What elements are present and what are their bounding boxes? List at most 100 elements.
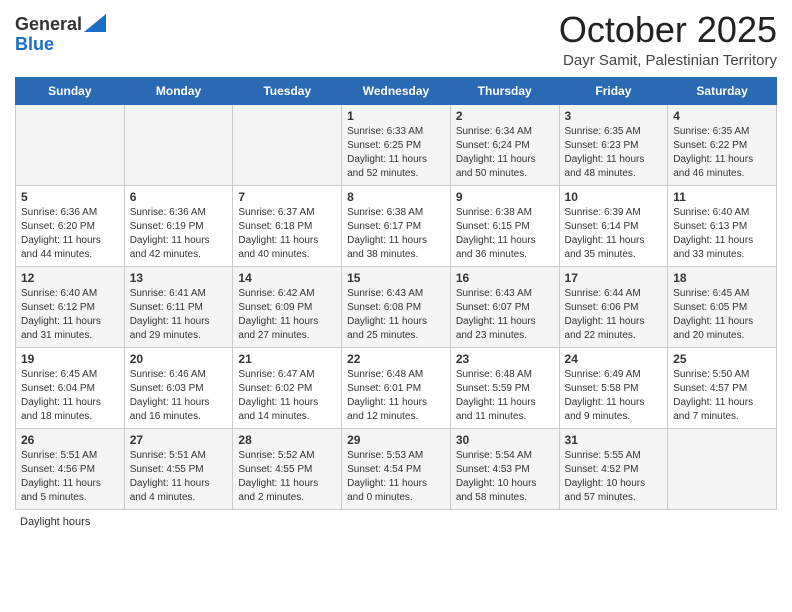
day-number: 12 (21, 271, 119, 285)
day-info: Sunrise: 6:35 AM Sunset: 6:22 PM Dayligh… (673, 125, 771, 181)
day-info: Sunrise: 5:53 AM Sunset: 4:54 PM Dayligh… (347, 449, 445, 505)
calendar-cell: 27 Sunrise: 5:51 AM Sunset: 4:55 PM Dayli… (124, 428, 233, 509)
calendar-cell: 29Sunrise: 5:53 AM Sunset: 4:54 PM Dayli… (342, 428, 451, 509)
calendar-cell: 18 Sunrise: 6:45 AM Sunset: 6:05 PM Dayli… (668, 266, 777, 347)
day-header-wednesday: Wednesday (342, 77, 451, 104)
month-title: October 2025 (559, 10, 777, 50)
day-info: Sunrise: 6:48 AM Sunset: 5:59 PM Dayligh… (456, 368, 554, 424)
day-number: 13 (130, 271, 228, 285)
day-number: 26 (21, 433, 119, 447)
day-info: Sunrise: 5:51 AM Sunset: 4:55 PM Dayligh… (130, 449, 228, 505)
day-info: Sunrise: 6:40 AM Sunset: 6:12 PM Dayligh… (21, 287, 119, 343)
footer-note: Daylight hours (15, 516, 777, 528)
day-info: Sunrise: 5:50 AM Sunset: 4:57 PM Dayligh… (673, 368, 771, 424)
logo: General Blue (15, 10, 106, 55)
day-info: Sunrise: 5:54 AM Sunset: 4:53 PM Dayligh… (456, 449, 554, 505)
day-number: 19 (21, 352, 119, 366)
day-number: 31 (565, 433, 663, 447)
day-info: Sunrise: 6:45 AM Sunset: 6:05 PM Dayligh… (673, 287, 771, 343)
calendar-week-row: 19Sunrise: 6:45 AM Sunset: 6:04 PM Dayli… (16, 347, 777, 428)
calendar-cell: 21 Sunrise: 6:47 AM Sunset: 6:02 PM Dayli… (233, 347, 342, 428)
days-header-row: SundayMondayTuesdayWednesdayThursdayFrid… (16, 77, 777, 104)
day-info: Sunrise: 5:52 AM Sunset: 4:55 PM Dayligh… (238, 449, 336, 505)
calendar-cell (668, 428, 777, 509)
day-info: Sunrise: 6:47 AM Sunset: 6:02 PM Dayligh… (238, 368, 336, 424)
day-header-monday: Monday (124, 77, 233, 104)
logo-icon (84, 14, 106, 32)
calendar-week-row: 5 Sunrise: 6:36 AM Sunset: 6:20 PM Daylig… (16, 185, 777, 266)
day-number: 30 (456, 433, 554, 447)
calendar-week-row: 1Sunrise: 6:33 AM Sunset: 6:25 PM Daylig… (16, 104, 777, 185)
day-number: 17 (565, 271, 663, 285)
day-number: 6 (130, 190, 228, 204)
day-info: Sunrise: 6:36 AM Sunset: 6:20 PM Dayligh… (21, 206, 119, 262)
day-number: 4 (673, 109, 771, 123)
day-info: Sunrise: 6:43 AM Sunset: 6:08 PM Dayligh… (347, 287, 445, 343)
day-info: Sunrise: 6:46 AM Sunset: 6:03 PM Dayligh… (130, 368, 228, 424)
calendar-cell: 14 Sunrise: 6:42 AM Sunset: 6:09 PM Dayli… (233, 266, 342, 347)
calendar-cell (233, 104, 342, 185)
calendar-cell: 28 Sunrise: 5:52 AM Sunset: 4:55 PM Dayli… (233, 428, 342, 509)
page-header: General Blue October 2025 Dayr Samit, Pa… (15, 10, 777, 69)
day-info: Sunrise: 6:49 AM Sunset: 5:58 PM Dayligh… (565, 368, 663, 424)
day-header-tuesday: Tuesday (233, 77, 342, 104)
day-number: 25 (673, 352, 771, 366)
calendar-cell: 12 Sunrise: 6:40 AM Sunset: 6:12 PM Dayli… (16, 266, 125, 347)
day-number: 2 (456, 109, 554, 123)
day-number: 7 (238, 190, 336, 204)
calendar-cell: 17 Sunrise: 6:44 AM Sunset: 6:06 PM Dayli… (559, 266, 668, 347)
calendar-cell: 26Sunrise: 5:51 AM Sunset: 4:56 PM Dayli… (16, 428, 125, 509)
calendar-cell: 1Sunrise: 6:33 AM Sunset: 6:25 PM Daylig… (342, 104, 451, 185)
day-number: 21 (238, 352, 336, 366)
calendar-table: SundayMondayTuesdayWednesdayThursdayFrid… (15, 77, 777, 510)
day-info: Sunrise: 6:40 AM Sunset: 6:13 PM Dayligh… (673, 206, 771, 262)
daylight-label: Daylight hours (20, 516, 90, 528)
day-info: Sunrise: 6:38 AM Sunset: 6:17 PM Dayligh… (347, 206, 445, 262)
day-info: Sunrise: 6:34 AM Sunset: 6:24 PM Dayligh… (456, 125, 554, 181)
calendar-week-row: 26Sunrise: 5:51 AM Sunset: 4:56 PM Dayli… (16, 428, 777, 509)
day-info: Sunrise: 6:38 AM Sunset: 6:15 PM Dayligh… (456, 206, 554, 262)
day-number: 27 (130, 433, 228, 447)
calendar-cell: 9 Sunrise: 6:38 AM Sunset: 6:15 PM Daylig… (450, 185, 559, 266)
calendar-week-row: 12 Sunrise: 6:40 AM Sunset: 6:12 PM Dayli… (16, 266, 777, 347)
calendar-cell: 2 Sunrise: 6:34 AM Sunset: 6:24 PM Daylig… (450, 104, 559, 185)
day-info: Sunrise: 6:33 AM Sunset: 6:25 PM Dayligh… (347, 125, 445, 181)
day-number: 18 (673, 271, 771, 285)
day-header-saturday: Saturday (668, 77, 777, 104)
calendar-cell: 24 Sunrise: 6:49 AM Sunset: 5:58 PM Dayli… (559, 347, 668, 428)
day-info: Sunrise: 6:48 AM Sunset: 6:01 PM Dayligh… (347, 368, 445, 424)
day-number: 24 (565, 352, 663, 366)
day-header-friday: Friday (559, 77, 668, 104)
logo-general-text: General (15, 15, 82, 35)
logo-blue-text: Blue (15, 35, 54, 55)
calendar-cell: 31 Sunrise: 5:55 AM Sunset: 4:52 PM Dayli… (559, 428, 668, 509)
day-number: 8 (347, 190, 445, 204)
day-info: Sunrise: 6:36 AM Sunset: 6:19 PM Dayligh… (130, 206, 228, 262)
day-info: Sunrise: 6:44 AM Sunset: 6:06 PM Dayligh… (565, 287, 663, 343)
day-number: 22 (347, 352, 445, 366)
calendar-cell: 11 Sunrise: 6:40 AM Sunset: 6:13 PM Dayli… (668, 185, 777, 266)
day-number: 10 (565, 190, 663, 204)
calendar-cell (124, 104, 233, 185)
day-info: Sunrise: 6:35 AM Sunset: 6:23 PM Dayligh… (565, 125, 663, 181)
day-info: Sunrise: 6:42 AM Sunset: 6:09 PM Dayligh… (238, 287, 336, 343)
day-number: 11 (673, 190, 771, 204)
day-number: 5 (21, 190, 119, 204)
calendar-cell: 16Sunrise: 6:43 AM Sunset: 6:07 PM Dayli… (450, 266, 559, 347)
calendar-cell: 13Sunrise: 6:41 AM Sunset: 6:11 PM Dayli… (124, 266, 233, 347)
location-subtitle: Dayr Samit, Palestinian Territory (559, 52, 777, 69)
calendar-cell: 22 Sunrise: 6:48 AM Sunset: 6:01 PM Dayli… (342, 347, 451, 428)
day-number: 15 (347, 271, 445, 285)
calendar-cell: 30 Sunrise: 5:54 AM Sunset: 4:53 PM Dayli… (450, 428, 559, 509)
day-info: Sunrise: 5:55 AM Sunset: 4:52 PM Dayligh… (565, 449, 663, 505)
calendar-cell: 25 Sunrise: 5:50 AM Sunset: 4:57 PM Dayli… (668, 347, 777, 428)
day-header-thursday: Thursday (450, 77, 559, 104)
title-block: October 2025 Dayr Samit, Palestinian Ter… (559, 10, 777, 69)
day-number: 9 (456, 190, 554, 204)
calendar-cell: 7 Sunrise: 6:37 AM Sunset: 6:18 PM Daylig… (233, 185, 342, 266)
day-number: 28 (238, 433, 336, 447)
day-number: 14 (238, 271, 336, 285)
day-info: Sunrise: 6:37 AM Sunset: 6:18 PM Dayligh… (238, 206, 336, 262)
calendar-cell: 8 Sunrise: 6:38 AM Sunset: 6:17 PM Daylig… (342, 185, 451, 266)
calendar-cell: 6 Sunrise: 6:36 AM Sunset: 6:19 PM Daylig… (124, 185, 233, 266)
